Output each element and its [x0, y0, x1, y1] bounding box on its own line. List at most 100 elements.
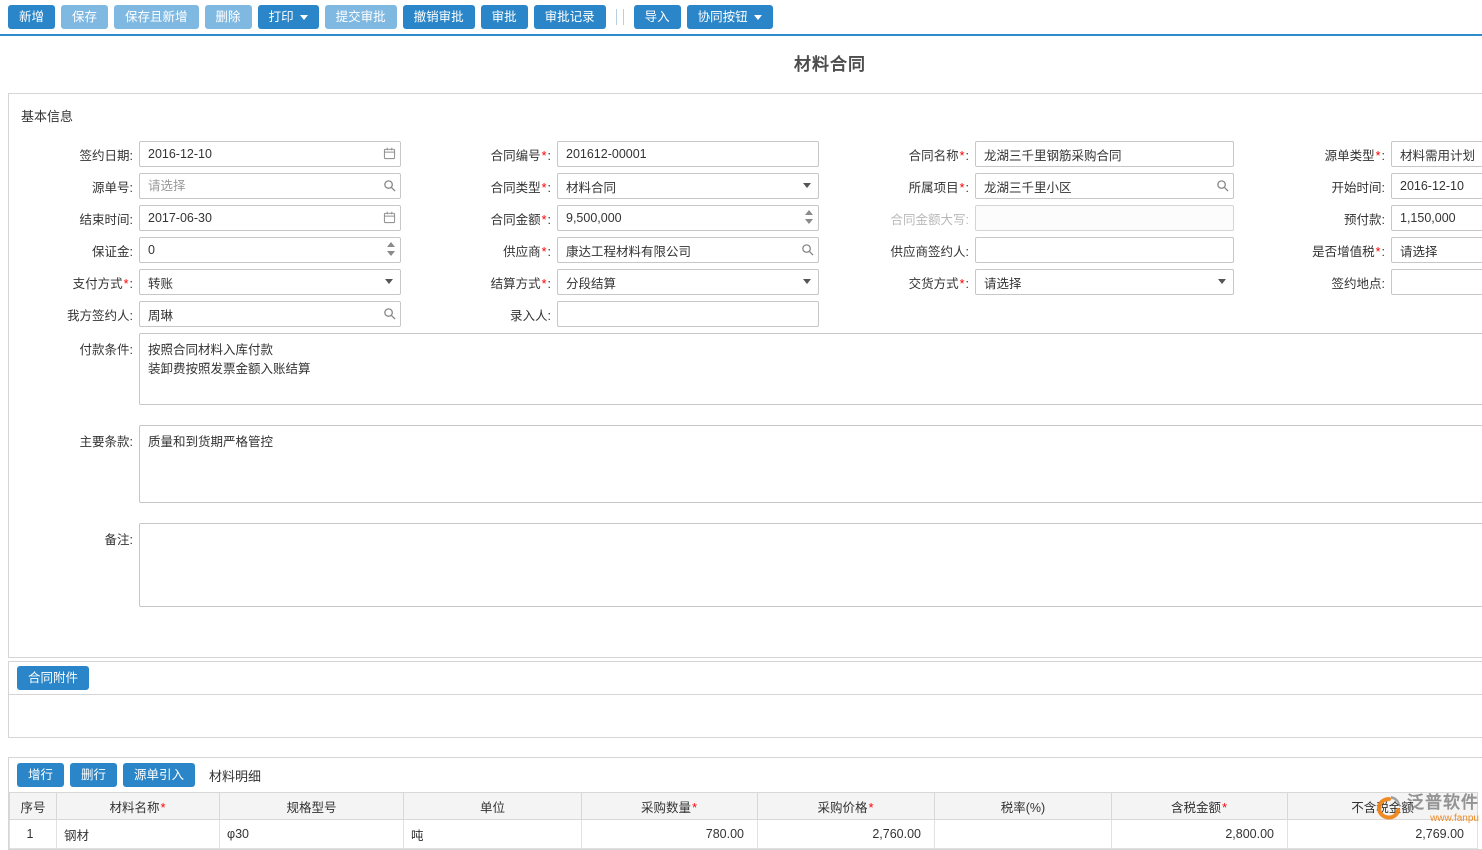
contract-amount-field	[557, 205, 819, 231]
cell-tax-rate[interactable]	[935, 820, 1112, 849]
amount-in-words-input[interactable]	[975, 205, 1234, 231]
source-no-label: 源单号:	[9, 177, 139, 196]
source-type-input[interactable]	[1391, 141, 1482, 167]
save-button[interactable]: 保存	[61, 5, 108, 29]
calendar-icon[interactable]	[378, 142, 400, 165]
main-toolbar: 新增 保存 保存且新增删除打印提交审批撤销审批 审批 审批记录 导入 协同按钮	[0, 0, 1482, 36]
required-asterisk: *	[124, 277, 129, 291]
form-row: 保证金:供应商*:供应商签约人:是否增值税*:	[9, 237, 1482, 263]
deposit-field	[139, 237, 401, 263]
dropdown-caret-icon	[754, 15, 762, 20]
spinner-down-icon[interactable]	[805, 219, 813, 224]
save-and-new-button[interactable]: 保存且新增	[114, 5, 199, 29]
settlement-method-input[interactable]	[557, 269, 819, 295]
search-icon[interactable]	[378, 174, 400, 197]
sign-place-label: 签约地点:	[1234, 273, 1391, 292]
entry-person-input[interactable]	[557, 301, 819, 327]
add-row-button[interactable]: 增行	[17, 763, 64, 787]
advance-payment-label: 预付款:	[1234, 209, 1391, 228]
form-row: 我方签约人:录入人:	[9, 301, 1482, 327]
our-signer-input[interactable]	[139, 301, 401, 327]
spinner-down-icon[interactable]	[387, 251, 395, 256]
sign-place-input[interactable]	[1391, 269, 1482, 295]
submit-approval-button[interactable]: 提交审批	[325, 5, 397, 29]
toolbar-separator	[616, 9, 624, 25]
contract-type-field	[557, 173, 819, 199]
approve-button-label: 审批	[492, 11, 517, 24]
spinner-up-icon[interactable]	[387, 242, 395, 247]
spinner-up-icon[interactable]	[805, 210, 813, 215]
source-no-field	[139, 173, 401, 199]
basic-info-section: 基本信息 签约日期:合同编号*:合同名称*:源单类型*:源单号:合同类型*:所属…	[8, 93, 1482, 658]
cell-purchase-qty[interactable]: 780.00	[582, 820, 758, 849]
delete-button[interactable]: 删除	[205, 5, 252, 29]
save-button-label: 保存	[72, 11, 97, 24]
deposit-input[interactable]	[139, 237, 401, 263]
new-button[interactable]: 新增	[8, 5, 55, 29]
remarks-textarea[interactable]	[139, 523, 1482, 607]
main-clauses-label: 主要条款:	[9, 425, 139, 450]
start-date-input[interactable]	[1391, 173, 1482, 199]
contract-attachment-label: 合同附件	[28, 672, 78, 685]
collaboration-button[interactable]: 协同按钮	[687, 5, 773, 29]
contract-name-input[interactable]	[975, 141, 1234, 167]
cell-tax-excluded-amount[interactable]: 2,769.00	[1288, 820, 1478, 849]
cell-tax-included-amount[interactable]: 2,800.00	[1112, 820, 1288, 849]
dropdown-caret-icon[interactable]	[796, 174, 818, 197]
dropdown-caret-icon[interactable]	[796, 270, 818, 293]
end-date-label: 结束时间:	[9, 209, 139, 228]
calendar-icon[interactable]	[378, 206, 400, 229]
cell-material-name[interactable]: 钢材	[57, 820, 220, 849]
payment-method-input[interactable]	[139, 269, 401, 295]
dropdown-caret-icon[interactable]	[378, 270, 400, 293]
settlement-method-field	[557, 269, 819, 295]
delete-row-button[interactable]: 删行	[70, 763, 117, 787]
contract-type-input[interactable]	[557, 173, 819, 199]
advance-payment-input[interactable]	[1391, 205, 1482, 231]
main-clauses-textarea[interactable]	[139, 425, 1482, 503]
search-icon[interactable]	[378, 302, 400, 325]
source-type-label: 源单类型*:	[1234, 145, 1391, 164]
payment-method-field	[139, 269, 401, 295]
table-header-row: 序号材料名称*规格型号单位采购数量*采购价格*税率(%)含税金额*不含税金额	[10, 793, 1478, 820]
search-icon[interactable]	[796, 238, 818, 261]
approve-button[interactable]: 审批	[481, 5, 528, 29]
print-button[interactable]: 打印	[258, 5, 319, 29]
cell-spec-model[interactable]: φ30	[220, 820, 404, 849]
import-button[interactable]: 导入	[634, 5, 681, 29]
dropdown-caret-icon	[300, 15, 308, 20]
payment-terms-textarea[interactable]	[139, 333, 1482, 405]
import-source-button[interactable]: 源单引入	[123, 763, 195, 787]
revoke-approval-button[interactable]: 撤销审批	[403, 5, 475, 29]
attachment-header: 合同附件	[9, 662, 1482, 695]
contract-no-input[interactable]	[557, 141, 819, 167]
required-asterisk: *	[1222, 801, 1227, 815]
start-date-field	[1391, 173, 1482, 199]
search-icon[interactable]	[1211, 174, 1233, 197]
form-row: 付款条件:	[9, 333, 1482, 405]
contract-no-label: 合同编号*:	[401, 145, 557, 164]
contract-amount-input[interactable]	[557, 205, 819, 231]
remarks-label: 备注:	[9, 523, 139, 548]
project-input[interactable]	[975, 173, 1234, 199]
contract-attachment-button[interactable]: 合同附件	[17, 666, 89, 690]
vat-flag-input[interactable]	[1391, 237, 1482, 263]
cell-seq[interactable]: 1	[10, 820, 57, 849]
dropdown-caret-icon[interactable]	[1211, 270, 1233, 293]
source-no-input[interactable]	[139, 173, 401, 199]
end-date-input[interactable]	[139, 205, 401, 231]
cell-purchase-price[interactable]: 2,760.00	[758, 820, 935, 849]
supplier-input[interactable]	[557, 237, 819, 263]
supplier-signer-input[interactable]	[975, 237, 1234, 263]
settlement-method-label: 结算方式*:	[401, 273, 557, 292]
detail-toolbar-buttons: 增行删行源单引入	[17, 763, 195, 787]
approval-record-button[interactable]: 审批记录	[534, 5, 606, 29]
form-row: 备注:	[9, 523, 1482, 607]
advance-payment-field	[1391, 205, 1482, 231]
sign-date-input[interactable]	[139, 141, 401, 167]
import-button-label: 导入	[645, 11, 670, 24]
delivery-method-input[interactable]	[975, 269, 1234, 295]
new-button-label: 新增	[19, 11, 44, 24]
supplier-signer-field	[975, 237, 1234, 263]
cell-unit[interactable]: 吨	[404, 820, 582, 849]
